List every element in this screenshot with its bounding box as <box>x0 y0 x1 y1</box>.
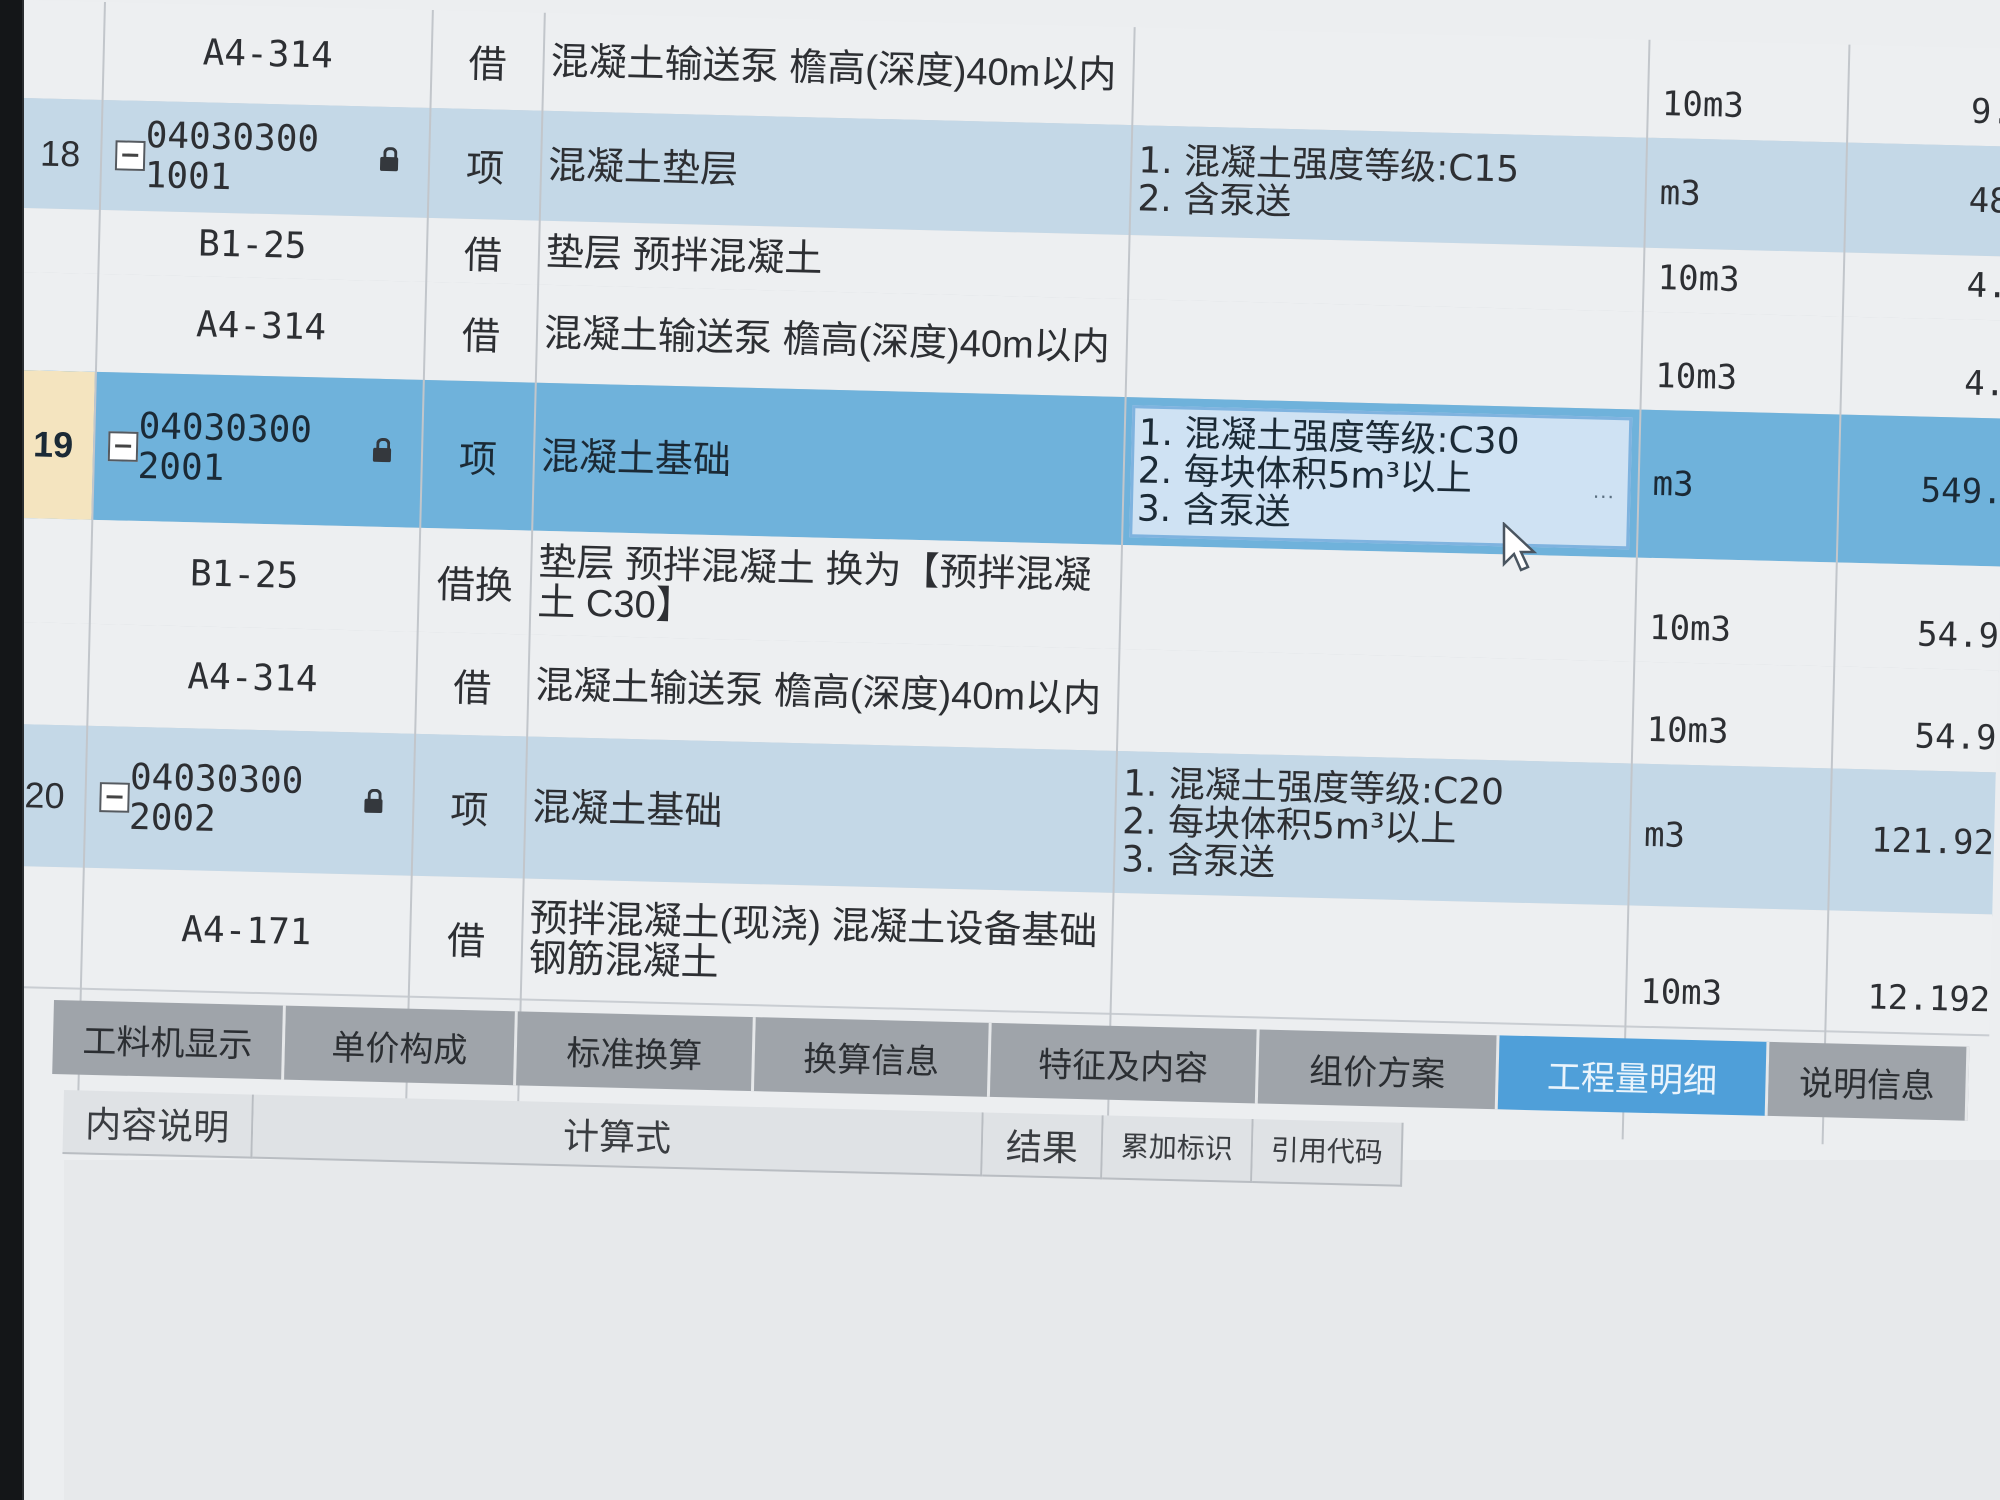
item-code: B1-25 <box>189 553 299 597</box>
row-number <box>24 622 89 726</box>
row-number <box>24 0 104 100</box>
item-features[interactable] <box>1118 893 1621 1025</box>
item-name[interactable]: 混凝土输送泵 檐高(深度)40m以内 <box>543 285 1125 397</box>
item-code: A4-314 <box>202 32 334 77</box>
item-unit: 10m3 <box>1646 709 1730 752</box>
item-type: 借 <box>468 43 508 87</box>
item-type: 项 <box>465 147 505 191</box>
item-quantity: 4. <box>1963 363 2000 405</box>
item-type: 项 <box>458 438 498 482</box>
item-type: 项 <box>449 789 489 833</box>
column-header-formula[interactable]: 计算式 <box>252 1094 984 1177</box>
item-quantity: 9. <box>1970 91 2000 133</box>
lock-icon <box>379 156 399 172</box>
item-name[interactable]: 垫层 预拌混凝土 换为【预拌混凝土 C30】 <box>537 531 1119 649</box>
item-name[interactable]: 预拌混凝土(现浇) 混凝土设备基础 钢筋混凝土 <box>528 879 1111 1013</box>
item-name[interactable]: 混凝土输送泵 檐高(深度)40m以内 <box>549 13 1131 125</box>
column-header-content[interactable]: 内容说明 <box>62 1090 254 1159</box>
collapse-icon[interactable] <box>107 431 139 462</box>
tab-quantity-detail[interactable]: 工程量明细 <box>1497 1035 1770 1116</box>
item-quantity: 48 <box>1968 180 2000 222</box>
item-quantity: 54.9 <box>1914 716 1998 759</box>
item-code: A4-314 <box>187 656 319 701</box>
item-features[interactable] <box>1135 235 1636 311</box>
screen: A4-314 借 混凝土输送泵 檐高(深度)40m以内 10m3 9. 18 0… <box>22 0 2000 1500</box>
row-number: 18 <box>39 132 81 175</box>
item-code: 04030300 2002 <box>128 756 304 840</box>
item-quantity: 549. <box>1920 470 2000 513</box>
item-name[interactable]: 混凝土输送泵 檐高(深度)40m以内 <box>534 635 1116 751</box>
item-unit: m3 <box>1652 463 1695 505</box>
item-code: A4-171 <box>180 909 312 954</box>
item-quantity: 121.92 <box>1870 820 1995 864</box>
item-type: 借 <box>461 315 501 359</box>
collapse-icon[interactable] <box>99 782 130 813</box>
item-name[interactable]: 混凝土基础 <box>531 737 1114 893</box>
item-unit: 10m3 <box>1648 607 1732 650</box>
tab-features-content[interactable]: 特征及内容 <box>989 1022 1260 1104</box>
item-type: 借换 <box>436 563 514 608</box>
row-number: 20 <box>24 774 66 817</box>
item-features[interactable]: 1. 混凝土强度等级:C20 2. 每块体积5m³以上 3. 含泵送 <box>1121 751 1624 905</box>
more-button[interactable]: ··· <box>1592 482 1615 509</box>
tab-unit-price-composition[interactable]: 单价构成 <box>284 1005 518 1086</box>
column-header-result[interactable]: 结果 <box>982 1112 1104 1180</box>
item-features[interactable]: 1. 混凝土强度等级:C15 2. 含泵送 <box>1137 125 1640 247</box>
item-unit: 10m3 <box>1657 258 1741 300</box>
row-number: 19 <box>24 369 95 520</box>
tab-standard-conversion[interactable]: 标准换算 <box>516 1011 756 1092</box>
tab-labor-material-machine[interactable]: 工料机显示 <box>52 1000 286 1080</box>
item-code: B1-25 <box>197 223 307 267</box>
item-features[interactable] <box>1124 649 1626 763</box>
item-quantity: 54.9 <box>1916 614 2000 657</box>
lock-icon <box>364 798 383 814</box>
row-number <box>24 272 97 372</box>
item-name[interactable]: 混凝土垫层 <box>547 111 1130 235</box>
column-header-accumulate-flag[interactable]: 累加标识 <box>1102 1115 1254 1184</box>
item-quantity: 4. <box>1966 265 2000 307</box>
column-header-reference-code[interactable]: 引用代码 <box>1252 1119 1404 1187</box>
item-code: A4-314 <box>195 304 327 349</box>
item-unit: m3 <box>1643 814 1686 856</box>
item-features[interactable] <box>1139 27 1641 137</box>
item-features[interactable] <box>1126 545 1628 661</box>
item-code: 04030300 1001 <box>144 115 320 199</box>
tab-description-info[interactable]: 说明信息 <box>1767 1041 1970 1121</box>
item-type: 借 <box>452 667 492 711</box>
item-type: 借 <box>446 920 486 964</box>
tab-pricing-scheme[interactable]: 组价方案 <box>1257 1029 1500 1110</box>
item-name[interactable]: 混凝土基础 <box>539 383 1122 545</box>
bill-grid: A4-314 借 混凝土输送泵 檐高(深度)40m以内 10m3 9. 18 0… <box>24 0 2000 1145</box>
item-unit: 10m3 <box>1639 971 1723 1014</box>
item-quantity: 12.192 <box>1866 977 1991 1021</box>
row-number <box>24 518 91 624</box>
item-unit: m3 <box>1659 173 1702 215</box>
item-type: 借 <box>463 234 503 278</box>
collapse-icon[interactable] <box>114 140 146 172</box>
item-features-editor[interactable]: 1. 混凝土强度等级:C30 2. 每块体积5m³以上 3. 含泵送 <box>1129 405 1633 550</box>
tab-conversion-info[interactable]: 换算信息 <box>753 1017 992 1097</box>
lock-icon <box>372 447 392 463</box>
item-unit: 10m3 <box>1654 355 1738 398</box>
item-code: 04030300 2001 <box>137 405 313 490</box>
item-features[interactable] <box>1133 299 1635 409</box>
item-unit: 10m3 <box>1661 84 1745 127</box>
row-number <box>24 866 83 988</box>
mouse-cursor-icon <box>1502 522 1538 572</box>
row-number <box>24 208 99 274</box>
